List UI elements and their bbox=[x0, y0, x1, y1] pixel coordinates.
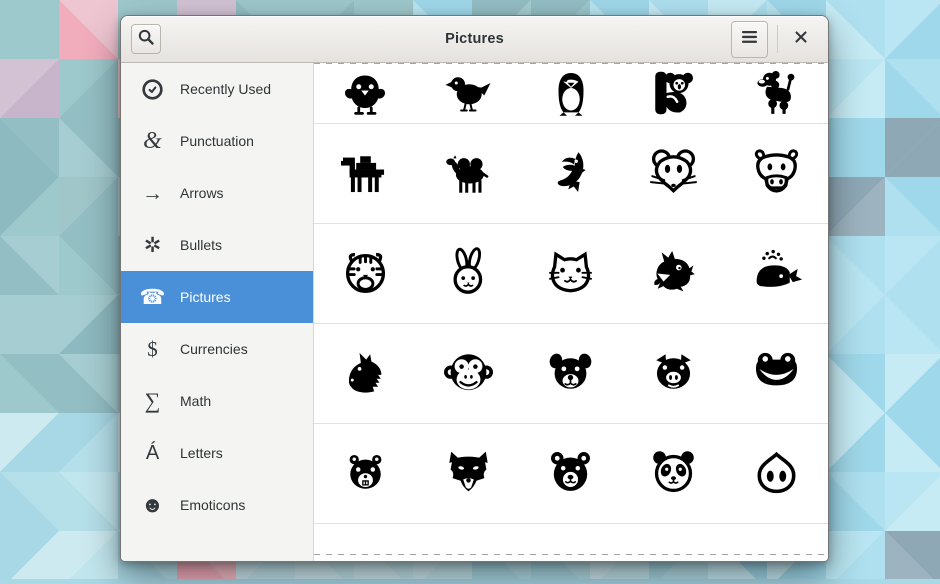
character-penguin[interactable] bbox=[520, 63, 623, 123]
koala-icon bbox=[649, 68, 699, 118]
sigma-icon: ∑ bbox=[139, 390, 166, 412]
character-pig-face[interactable] bbox=[622, 324, 725, 423]
horse-face-icon bbox=[339, 347, 392, 400]
pig-nose-icon bbox=[750, 447, 803, 500]
spouting-whale-icon bbox=[750, 247, 803, 300]
smiley-icon: ☻ bbox=[139, 494, 166, 516]
character-dolphin[interactable] bbox=[520, 124, 623, 223]
search-icon bbox=[136, 27, 156, 52]
character-row-empty bbox=[314, 524, 828, 561]
arrow-right-icon: → bbox=[139, 183, 166, 204]
character-row bbox=[314, 424, 828, 524]
character-baby-chick[interactable] bbox=[314, 63, 417, 123]
character-horse-face[interactable] bbox=[314, 324, 417, 423]
sidebar-item-emoticons[interactable]: ☻ Emoticons bbox=[121, 479, 313, 531]
character-bear-face[interactable] bbox=[520, 424, 623, 523]
bird-icon bbox=[443, 68, 493, 118]
character-poodle[interactable] bbox=[725, 63, 828, 123]
tiger-face-icon bbox=[339, 247, 392, 300]
close-icon bbox=[794, 30, 808, 49]
frog-face-icon bbox=[750, 347, 803, 400]
category-sidebar: Recently Used&Punctuation→Arrows✲Bullets… bbox=[121, 63, 314, 561]
hamster-face-icon bbox=[339, 447, 392, 500]
character-rabbit-face[interactable] bbox=[417, 224, 520, 323]
baby-chick-icon bbox=[340, 68, 390, 118]
sidebar-item-label: Arrows bbox=[180, 185, 224, 201]
sidebar-item-currencies[interactable]: $ Currencies bbox=[121, 323, 313, 375]
dragon-face-icon bbox=[647, 247, 700, 300]
sidebar-item-label: Emoticons bbox=[180, 497, 245, 513]
rabbit-face-icon bbox=[442, 247, 495, 300]
scroll-undershoot-bottom bbox=[314, 554, 828, 555]
sidebar-item-label: Pictures bbox=[180, 289, 231, 305]
pig-face-icon bbox=[647, 347, 700, 400]
character-cat-face[interactable] bbox=[520, 224, 623, 323]
sidebar-item-label: Bullets bbox=[180, 237, 222, 253]
mouse-face-icon bbox=[647, 147, 700, 200]
wolf-face-icon bbox=[442, 447, 495, 500]
poodle-icon bbox=[752, 68, 802, 118]
dolphin-icon bbox=[544, 147, 597, 200]
sidebar-item-bullets[interactable]: ✲ Bullets bbox=[121, 219, 313, 271]
sidebar-item-label: Currencies bbox=[180, 341, 248, 357]
sidebar-item-recently-used[interactable]: Recently Used bbox=[121, 63, 313, 115]
clock-icon bbox=[139, 78, 166, 101]
close-button[interactable] bbox=[787, 25, 815, 53]
sidebar-item-label: Punctuation bbox=[180, 133, 254, 149]
character-dragon-face[interactable] bbox=[622, 224, 725, 323]
dollar-icon: $ bbox=[139, 339, 166, 360]
character-bactrian-camel[interactable] bbox=[417, 124, 520, 223]
titlebar: Pictures bbox=[121, 16, 828, 63]
character-cow-face[interactable] bbox=[725, 124, 828, 223]
bear-face-icon bbox=[544, 447, 597, 500]
penguin-icon bbox=[546, 68, 596, 118]
cow-face-icon bbox=[750, 147, 803, 200]
dromedary-camel-icon bbox=[339, 147, 392, 200]
window-body: Recently Used&Punctuation→Arrows✲Bullets… bbox=[121, 63, 828, 561]
sidebar-item-punctuation[interactable]: &Punctuation bbox=[121, 115, 313, 167]
character-bird[interactable] bbox=[417, 63, 520, 123]
character-row bbox=[314, 124, 828, 224]
sidebar-item-arrows[interactable]: → Arrows bbox=[121, 167, 313, 219]
character-dromedary-camel[interactable] bbox=[314, 124, 417, 223]
character-grid bbox=[314, 63, 828, 561]
hamburger-menu-icon bbox=[741, 30, 758, 49]
character-row bbox=[314, 224, 828, 324]
monkey-face-icon bbox=[442, 347, 495, 400]
sidebar-item-letters[interactable]: Á Letters bbox=[121, 427, 313, 479]
cat-face-icon bbox=[544, 247, 597, 300]
character-wolf-face[interactable] bbox=[417, 424, 520, 523]
character-monkey-face[interactable] bbox=[417, 324, 520, 423]
sidebar-item-label: Letters bbox=[180, 445, 223, 461]
ampersand-icon: & bbox=[139, 129, 166, 153]
titlebar-separator bbox=[777, 25, 778, 53]
character-koala[interactable] bbox=[622, 63, 725, 123]
character-spouting-whale[interactable] bbox=[725, 224, 828, 323]
window-title: Pictures bbox=[445, 31, 504, 47]
menu-button[interactable] bbox=[731, 21, 768, 58]
sidebar-item-label: Recently Used bbox=[180, 81, 271, 97]
telephone-icon: ☎ bbox=[139, 287, 166, 308]
character-pig-nose[interactable] bbox=[725, 424, 828, 523]
character-panda-face[interactable] bbox=[622, 424, 725, 523]
dog-face-icon bbox=[544, 347, 597, 400]
characters-app-window: Pictures Recently Used&Punctuation→Arrow… bbox=[120, 15, 829, 562]
sidebar-item-pictures[interactable]: ☎ Pictures bbox=[121, 271, 313, 323]
character-row bbox=[314, 63, 828, 124]
character-tiger-face[interactable] bbox=[314, 224, 417, 323]
character-frog-face[interactable] bbox=[725, 324, 828, 423]
bactrian-camel-icon bbox=[442, 147, 495, 200]
search-button[interactable] bbox=[131, 24, 161, 54]
character-dog-face[interactable] bbox=[520, 324, 623, 423]
panda-face-icon bbox=[647, 447, 700, 500]
letter-icon: Á bbox=[139, 443, 166, 463]
asterisk-icon: ✲ bbox=[139, 235, 166, 256]
titlebar-controls bbox=[731, 21, 815, 58]
character-row bbox=[314, 324, 828, 424]
sidebar-item-label: Math bbox=[180, 393, 211, 409]
character-mouse-face[interactable] bbox=[622, 124, 725, 223]
character-hamster-face[interactable] bbox=[314, 424, 417, 523]
sidebar-item-math[interactable]: ∑ Math bbox=[121, 375, 313, 427]
scroll-undershoot-top bbox=[314, 63, 828, 64]
